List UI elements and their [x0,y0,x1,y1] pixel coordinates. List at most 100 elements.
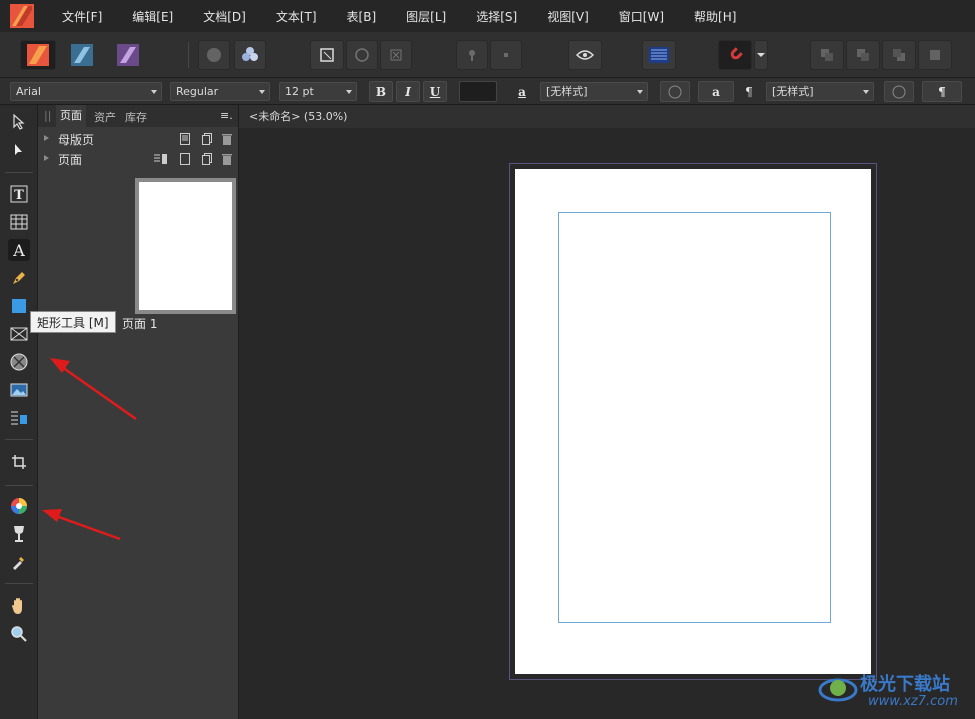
paragraph-style-value: [无样式] [772,85,814,98]
arrange-back-button[interactable] [810,40,844,70]
zoom-tool[interactable] [8,623,30,645]
arrange-backward-button[interactable] [846,40,880,70]
eye-icon [576,50,594,60]
menu-edit[interactable]: 编辑[E] [118,8,189,25]
small-a-button[interactable]: a [698,81,734,102]
paragraph-style-select[interactable]: [无样式] [766,82,874,101]
arrange-front-button[interactable] [918,40,952,70]
snapping-button[interactable] [718,40,752,70]
photo-persona-button[interactable] [110,40,146,70]
paragraph-button[interactable]: ¶ [922,81,962,102]
studio-link-button[interactable] [234,40,266,70]
pages-section[interactable]: 页面 [38,149,239,169]
picture-frame-ellipse-tool[interactable] [8,351,30,373]
menu-select[interactable]: 选择[S] [462,8,533,25]
trash-icon[interactable] [222,153,232,165]
bold-button[interactable]: B [369,81,393,102]
arrange-icon [821,49,833,61]
master-pages-label: 母版页 [58,133,95,147]
duplicate-page-icon[interactable] [202,153,212,165]
magnifier-icon [11,626,27,642]
dot-button[interactable] [490,40,522,70]
char-style-options-button[interactable] [660,81,690,102]
picture-frame-rectangle-tool[interactable] [8,323,30,345]
document-tab[interactable]: <未命名> (53.0%) [239,105,975,128]
tab-assets[interactable]: 资产 [94,109,116,125]
x-box-icon [390,49,402,61]
flower-icon [242,47,258,61]
menu-text[interactable]: 文本[T] [262,8,333,25]
expand-triangle-icon[interactable] [44,155,49,161]
text-frame-button[interactable] [310,40,344,70]
canvas[interactable] [239,128,975,719]
menu-layer[interactable]: 图层[L] [392,8,462,25]
color-picker-tool[interactable] [8,551,30,573]
tools-panel: T A [0,105,38,719]
tab-pages[interactable]: 页面 [56,105,86,127]
pages-panel: || 页面 资产 库存 ≡. 母版页 页面 [38,105,239,719]
artistic-text-icon: A [12,241,25,259]
arrange-forward-button[interactable] [882,40,916,70]
menu-view[interactable]: 视图[V] [533,8,605,25]
crop-tool[interactable] [8,451,30,473]
publisher-persona-button[interactable] [20,40,56,70]
snapping-dropdown-button[interactable] [754,40,768,70]
para-style-options-button[interactable] [884,81,914,102]
font-family-select[interactable]: Arial [10,82,162,101]
add-page-icon[interactable] [180,153,190,165]
trash-icon[interactable] [222,133,232,145]
menu-file[interactable]: 文件[F] [48,8,118,25]
underline-button[interactable]: U [423,81,447,102]
pointer-outline-icon [13,114,25,130]
italic-button[interactable]: I [396,81,420,102]
affinity-publisher-logo-icon[interactable] [10,4,34,28]
font-size-select[interactable]: 12 pt [279,82,357,101]
panel-menu-icon[interactable]: ≡. [220,109,233,122]
panel-grip[interactable]: || [44,109,51,122]
text-color-swatch[interactable] [459,81,497,102]
page-icon[interactable] [180,133,190,145]
menu-table[interactable]: 表[B] [333,8,393,25]
text-flow-tool[interactable] [8,407,30,429]
move-tool[interactable] [8,111,30,133]
dot-icon [504,53,508,57]
character-style-value: [无样式] [546,85,588,98]
view-tool[interactable] [8,595,30,617]
font-style-value: Regular [176,85,219,98]
page-layout-icon[interactable] [154,153,168,165]
transparency-tool[interactable] [8,523,30,545]
rectangle-tool[interactable] [8,295,30,317]
pen-tool[interactable] [8,267,30,289]
page-thumbnail[interactable] [135,178,236,314]
place-image-tool[interactable] [8,379,30,401]
menu-document[interactable]: 文档[D] [189,8,262,25]
fill-tool[interactable] [8,495,30,517]
pin-button[interactable] [456,40,488,70]
designer-persona-button[interactable] [64,40,100,70]
share-button[interactable] [198,40,230,70]
character-style-icon: a [518,84,526,99]
font-style-select[interactable]: Regular [170,82,270,101]
menu-window[interactable]: 窗口[W] [605,8,680,25]
menu-help[interactable]: 帮助[H] [680,8,752,25]
cross-frame-button[interactable] [380,40,412,70]
node-tool[interactable] [8,139,30,161]
document-page[interactable] [515,169,871,674]
font-family-value: Arial [16,85,41,98]
duplicate-page-icon[interactable] [202,133,212,145]
frame-text-tool[interactable]: T [8,183,30,205]
pin-icon [469,50,475,61]
master-pages-section[interactable]: 母版页 [38,129,239,149]
baseline-grid-button[interactable] [642,40,676,70]
menu-bar: 文件[F] 编辑[E] 文档[D] 文本[T] 表[B] 图层[L] 选择[S]… [0,0,975,32]
color-wheel-icon [11,498,27,514]
preview-button[interactable] [568,40,602,70]
table-tool[interactable] [8,211,30,233]
character-style-select[interactable]: [无样式] [540,82,648,101]
expand-triangle-icon[interactable] [44,135,49,141]
artistic-text-tool[interactable]: A [8,239,30,261]
tab-stock[interactable]: 库存 [125,109,147,125]
circle-frame-button[interactable] [346,40,378,70]
hand-icon [12,598,22,614]
table-icon [10,214,28,230]
